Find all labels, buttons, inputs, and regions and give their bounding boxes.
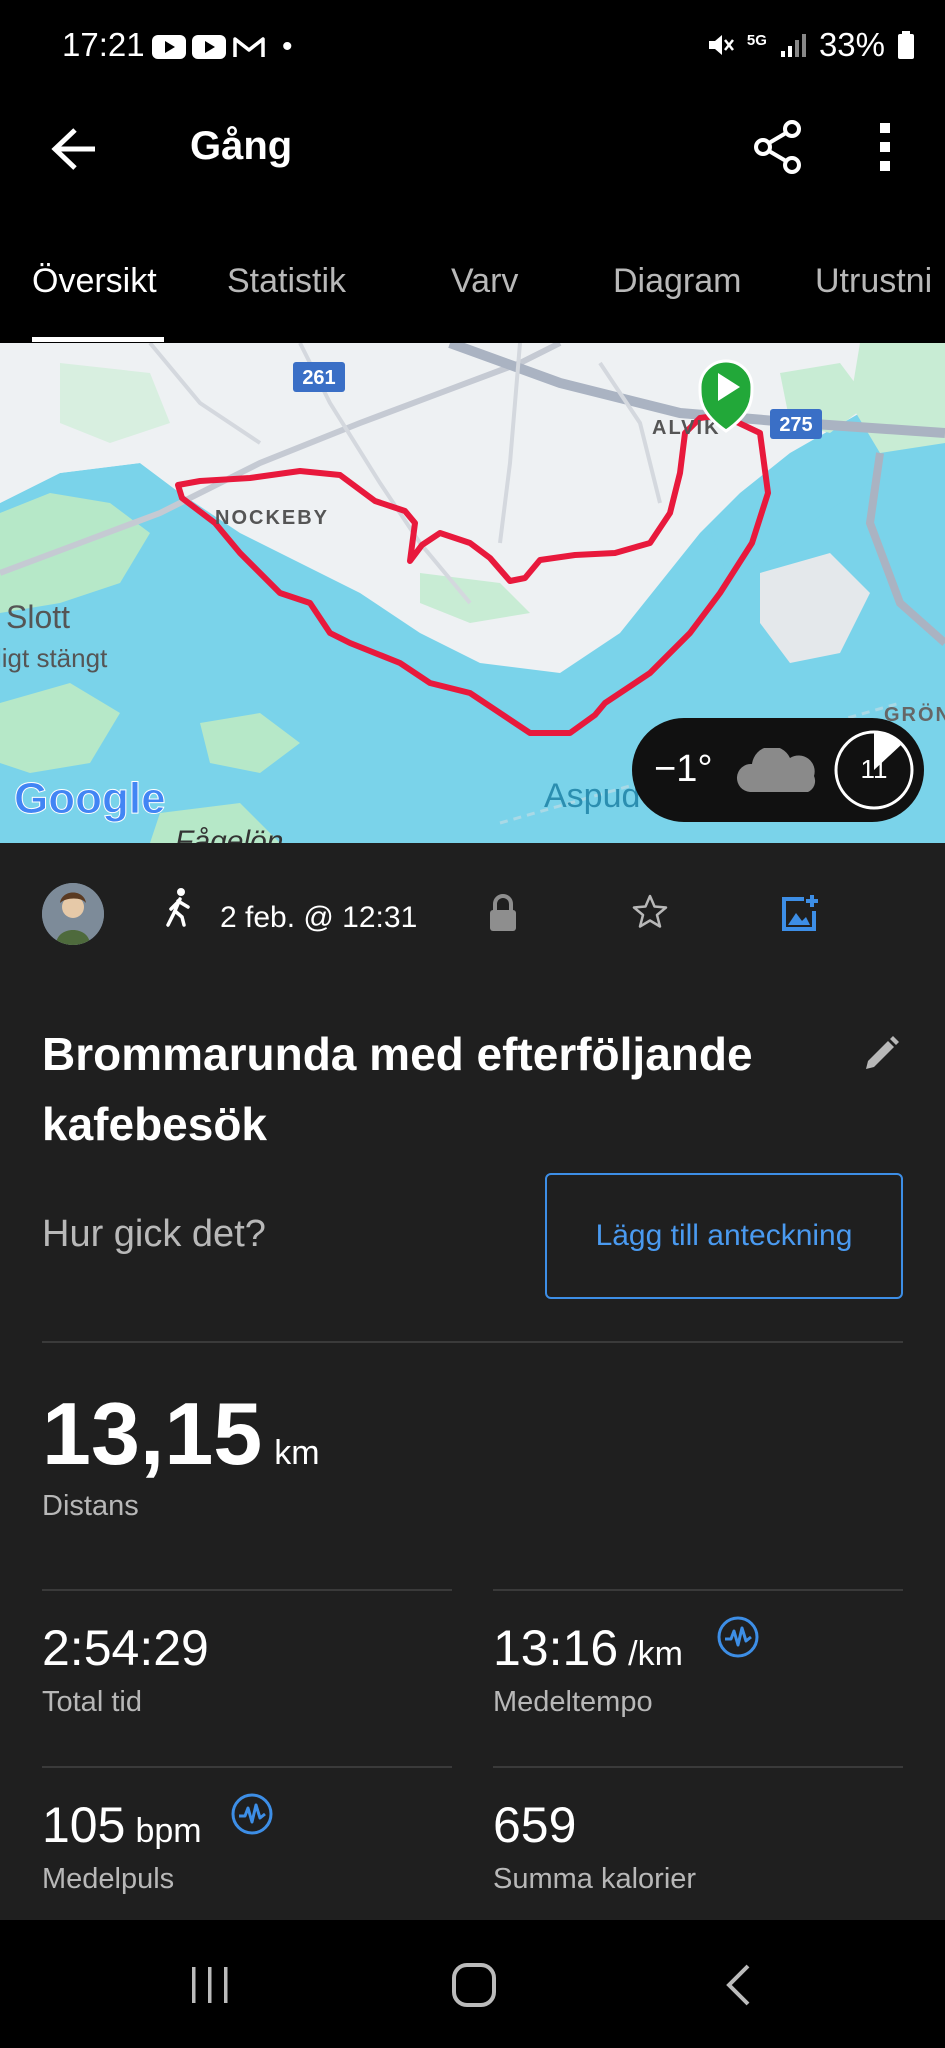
share-button[interactable] bbox=[745, 112, 811, 182]
google-logo: Google bbox=[14, 774, 166, 823]
back-button[interactable] bbox=[40, 114, 110, 184]
avg-hr-label: Medelpuls bbox=[42, 1863, 175, 1895]
map-label-slott: Slott bbox=[6, 599, 70, 635]
road-shield-261: 261 bbox=[302, 367, 335, 389]
mute-icon bbox=[708, 35, 734, 55]
tab-varv[interactable]: Varv bbox=[451, 262, 518, 301]
activity-details: 2 feb. @ 12:31 Brommarunda med efterfölj… bbox=[0, 843, 945, 1920]
divider bbox=[493, 1589, 903, 1591]
youtube-icon bbox=[152, 35, 186, 59]
avg-hr-unit: bpm bbox=[135, 1812, 202, 1850]
avatar[interactable] bbox=[42, 883, 104, 945]
divider bbox=[493, 1766, 903, 1768]
battery-icon bbox=[898, 31, 914, 59]
signal-icon bbox=[780, 34, 806, 57]
more-vert-icon bbox=[880, 123, 890, 171]
lock-icon[interactable] bbox=[487, 893, 519, 933]
calories-label: Summa kalorier bbox=[493, 1863, 697, 1895]
tab-oversikt[interactable]: Översikt bbox=[32, 262, 157, 301]
activity-title: Brommarunda med efterföljande kafebesök bbox=[42, 1028, 753, 1150]
divider bbox=[42, 1589, 452, 1591]
distance-value: 13,15 km bbox=[42, 1383, 320, 1485]
map-label-slott-sub: ligt stängt bbox=[0, 643, 108, 673]
gmail-icon bbox=[233, 37, 265, 57]
walking-icon bbox=[166, 888, 190, 927]
edit-icon[interactable] bbox=[862, 1033, 902, 1073]
star-icon[interactable] bbox=[632, 893, 668, 929]
distance-label: Distans bbox=[42, 1490, 139, 1522]
total-time-value: 2:54:29 bbox=[42, 1619, 209, 1677]
activity-date: 2 feb. @ 12:31 bbox=[220, 901, 418, 934]
wind-indicator: 11 bbox=[832, 728, 916, 812]
calories-value: 659 bbox=[493, 1796, 576, 1854]
tab-statistik[interactable]: Statistik bbox=[227, 262, 346, 301]
weather-badge: −1° 11 bbox=[632, 718, 924, 822]
page-title: Gång bbox=[190, 124, 293, 168]
back-chevron-icon bbox=[726, 1964, 750, 2006]
cloud-icon bbox=[736, 748, 816, 792]
notes-prompt[interactable]: Hur gick det? bbox=[42, 1213, 266, 1256]
map-label-alvik: ALVIK bbox=[652, 417, 721, 439]
map-label-nockeby: NOCKEBY bbox=[215, 507, 329, 529]
back-arrow-icon bbox=[51, 128, 95, 170]
weather-temperature: −1° bbox=[654, 748, 713, 790]
home-button[interactable] bbox=[429, 1950, 519, 2020]
calories-number: 659 bbox=[493, 1797, 577, 1853]
distance-number: 13,15 bbox=[42, 1384, 263, 1483]
status-right: 5G 33% bbox=[705, 26, 915, 64]
avg-pace-unit: /km bbox=[628, 1635, 683, 1673]
map-label-fagelon: Fågelön bbox=[175, 825, 283, 843]
divider bbox=[42, 1766, 452, 1768]
total-time-label: Total tid bbox=[42, 1686, 142, 1718]
avg-pace-label: Medeltempo bbox=[493, 1686, 653, 1718]
tab-diagram[interactable]: Diagram bbox=[613, 262, 741, 301]
more-options-button[interactable] bbox=[860, 112, 910, 182]
heart-rate-insight-icon[interactable] bbox=[230, 1792, 274, 1836]
map-label-aspud: Aspud bbox=[544, 777, 640, 815]
divider bbox=[42, 1341, 903, 1343]
pace-insight-icon[interactable] bbox=[716, 1615, 760, 1659]
network-type: 5G bbox=[746, 31, 767, 49]
road-shield-275: 275 bbox=[779, 414, 812, 436]
recent-apps-icon bbox=[192, 1967, 228, 2003]
add-photo-icon[interactable] bbox=[780, 893, 820, 933]
avg-pace-number: 13:16 bbox=[493, 1620, 619, 1676]
wind-speed: 11 bbox=[860, 754, 888, 784]
status-bar: 17:21 • 5G 33% bbox=[0, 0, 945, 92]
avg-hr-number: 105 bbox=[42, 1797, 126, 1853]
tab-bar: Översikt Statistik Varv Diagram Utrustni bbox=[0, 250, 945, 343]
add-note-button[interactable]: Lägg till anteckning bbox=[545, 1173, 903, 1299]
distance-unit: km bbox=[274, 1434, 320, 1472]
active-tab-indicator bbox=[32, 337, 164, 342]
status-time: 17:21 bbox=[62, 26, 145, 63]
share-icon bbox=[754, 120, 801, 174]
total-time-number: 2:54:29 bbox=[42, 1620, 209, 1676]
avg-pace-value: 13:16 /km bbox=[493, 1619, 683, 1677]
status-dot: • bbox=[282, 30, 293, 63]
home-icon bbox=[452, 1963, 496, 2007]
system-nav-bar bbox=[0, 1920, 945, 2048]
youtube-icon bbox=[192, 35, 226, 59]
recent-apps-button[interactable] bbox=[165, 1950, 255, 2020]
battery-percent: 33% bbox=[818, 26, 885, 63]
avg-hr-value: 105 bpm bbox=[42, 1796, 202, 1854]
back-nav-button[interactable] bbox=[694, 1950, 784, 2020]
tab-utrustning[interactable]: Utrustni bbox=[815, 262, 932, 301]
status-app-icons: • bbox=[152, 30, 293, 64]
